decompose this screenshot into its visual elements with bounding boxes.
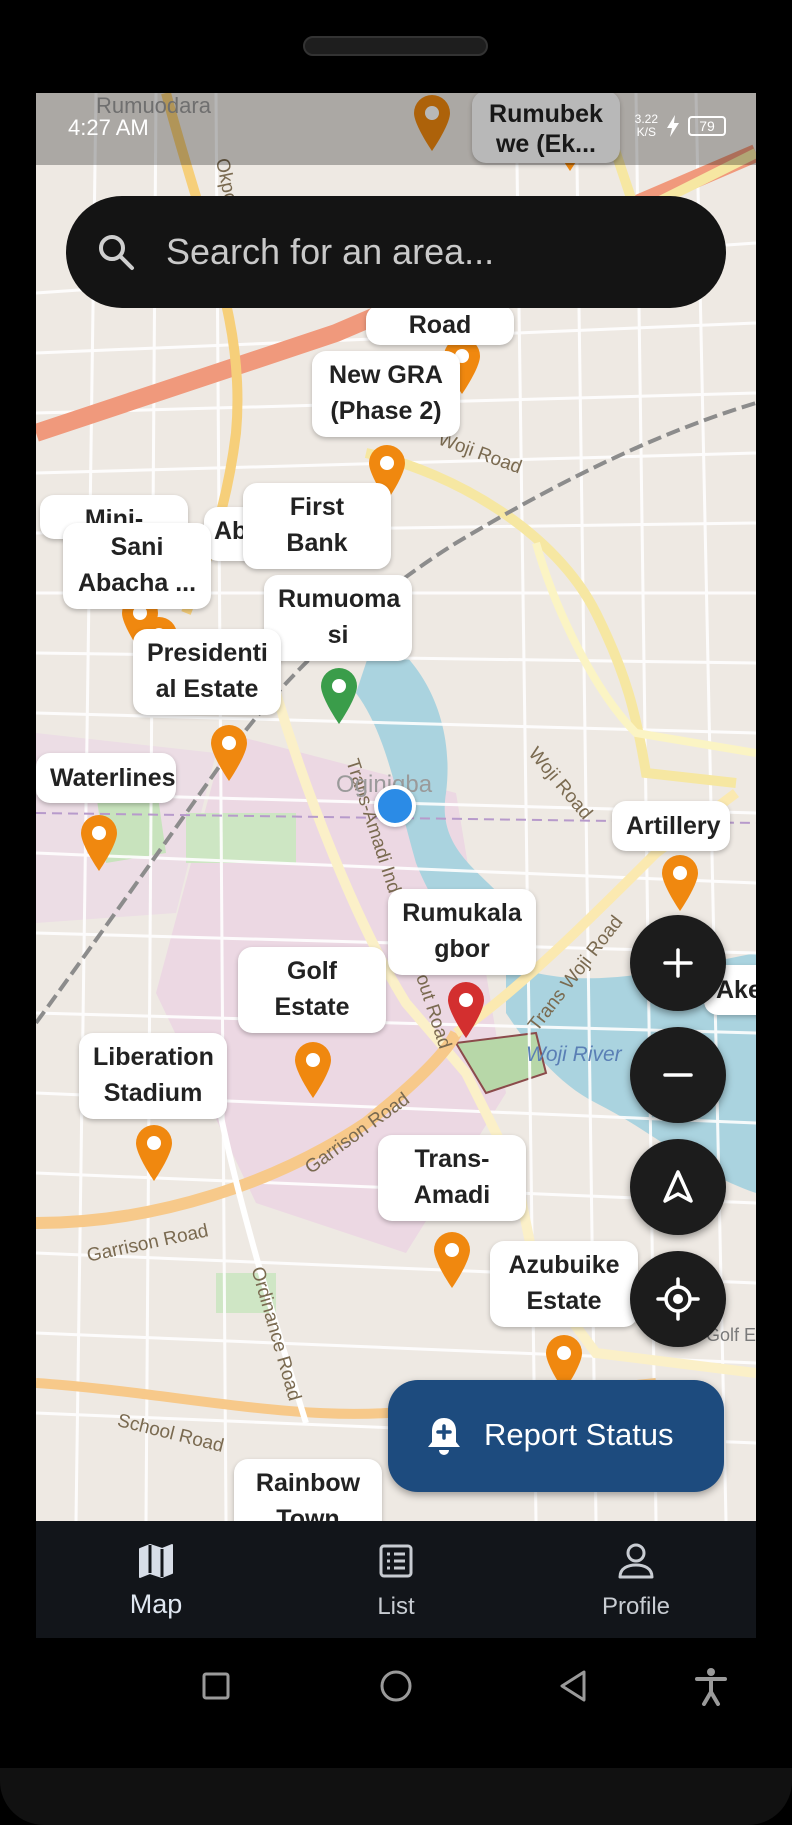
plus-icon (663, 948, 693, 978)
nav-label-map: Map (129, 1589, 183, 1619)
home-icon[interactable] (378, 1668, 414, 1704)
minus-icon (663, 1073, 693, 1077)
earpiece-speaker (303, 36, 488, 56)
search-icon (99, 235, 134, 270)
map-pin[interactable] (132, 1123, 176, 1183)
nav-item-list[interactable]: List (276, 1521, 516, 1638)
status-bar: 4:27 AM 3.22 K/S 79 (36, 93, 756, 165)
compass-button[interactable] (630, 1139, 726, 1235)
phone-frame: Okporo Road Woji Road Woji Road Trans Wo… (0, 0, 792, 1825)
map-pin[interactable] (658, 853, 702, 913)
place-label[interactable]: Sani Abacha ... (63, 523, 211, 609)
map-icon (139, 1544, 173, 1578)
place-label[interactable]: Presidenti al Estate (133, 629, 281, 715)
place-label[interactable]: New GRA (Phase 2) (312, 351, 460, 437)
person-icon (618, 1543, 654, 1579)
place-label[interactable]: First Bank (Rumuo... (243, 483, 391, 569)
status-icons: 3.22 K/S 79 (635, 113, 726, 139)
water-label: Woji River (526, 1043, 622, 1066)
place-label[interactable]: Liberation Stadium (79, 1033, 227, 1119)
place-label[interactable]: Trans- Amadi In... (378, 1135, 526, 1221)
place-label[interactable]: Golf Estate (238, 947, 386, 1033)
back-icon[interactable] (556, 1668, 590, 1704)
map-pin[interactable] (77, 813, 121, 873)
map-pin[interactable] (430, 1230, 474, 1290)
locate-me-button[interactable] (630, 1251, 726, 1347)
place-label[interactable]: Rumuoma si (264, 575, 412, 661)
nav-label-list: List (377, 1593, 415, 1620)
zoom-out-button[interactable] (630, 1027, 726, 1123)
place-label[interactable]: Rainbow Town (234, 1459, 382, 1521)
nav-item-profile[interactable]: Profile (516, 1521, 756, 1638)
place-label[interactable]: Azubuike Estate (490, 1241, 638, 1327)
search-bar[interactable] (66, 196, 726, 308)
add-alert-bell-icon (428, 1418, 460, 1455)
map-view[interactable]: Okporo Road Woji Road Woji Road Trans Wo… (36, 93, 756, 1521)
app-screen: Okporo Road Woji Road Woji Road Trans Wo… (36, 93, 756, 1638)
phone-bottom-bezel (0, 1768, 792, 1825)
recent-apps-icon[interactable] (200, 1670, 232, 1702)
status-time: 4:27 AM (68, 115, 149, 140)
nav-item-map[interactable]: Map (36, 1521, 276, 1638)
list-icon (379, 1544, 413, 1578)
place-label[interactable]: Rumukala gbor (388, 889, 536, 975)
map-pin[interactable] (291, 1040, 335, 1100)
report-status-label: Report Status (484, 1417, 674, 1452)
map-pin[interactable] (207, 723, 251, 783)
user-location-dot (374, 785, 416, 827)
place-label[interactable]: Waterlines (36, 753, 176, 803)
map-pin[interactable] (444, 980, 488, 1040)
map-pin[interactable] (317, 666, 361, 726)
place-label[interactable]: Artillery (612, 801, 730, 851)
my-location-icon (656, 1277, 700, 1321)
report-status-button[interactable]: Report Status (388, 1380, 724, 1492)
network-speed-unit: K/S (636, 125, 656, 139)
bottom-navigation-bar: Map List Profile (36, 1521, 756, 1638)
charging-icon (667, 115, 679, 137)
battery-icon: 79 (688, 116, 726, 136)
accessibility-icon[interactable] (694, 1666, 728, 1706)
search-input[interactable] (166, 222, 686, 282)
navigation-arrow-icon (663, 1170, 693, 1203)
place-label[interactable]: Road (366, 305, 514, 345)
zoom-in-button[interactable] (630, 915, 726, 1011)
nav-label-profile: Profile (601, 1593, 671, 1620)
